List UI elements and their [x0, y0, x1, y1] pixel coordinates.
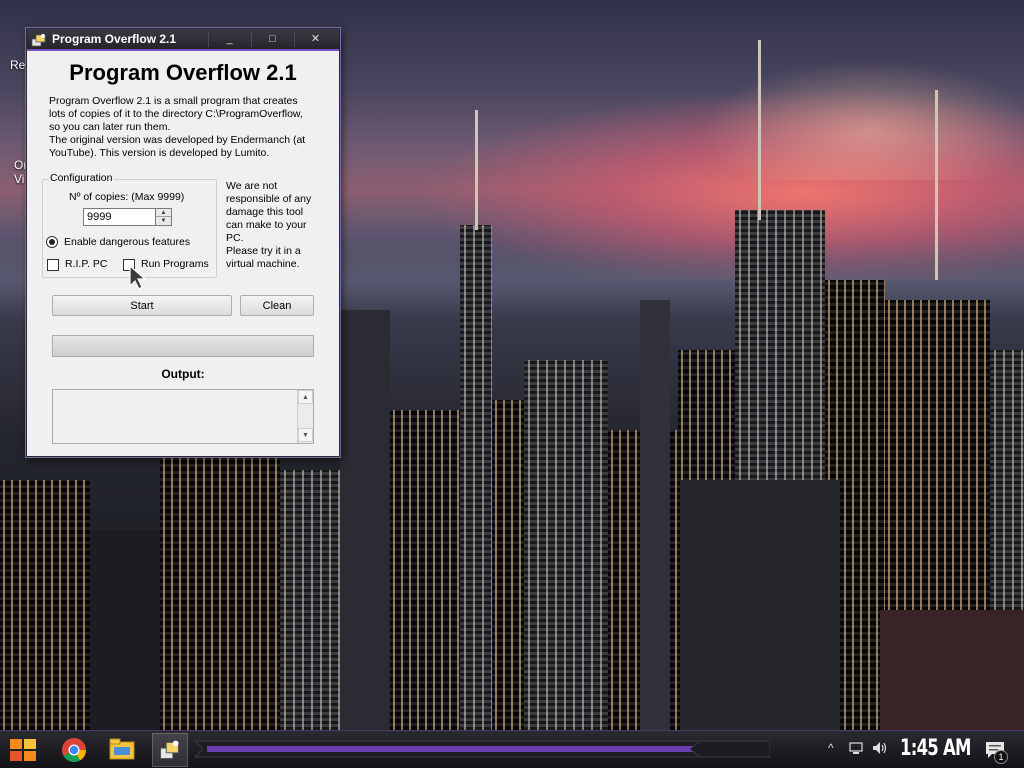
- description-line: The original version was developed by En…: [49, 134, 306, 146]
- sunset-glow-highlight: [700, 60, 1024, 180]
- disclaimer-line: can make to your: [226, 219, 307, 231]
- scroll-down-icon[interactable]: ▼: [298, 428, 313, 442]
- spire: [935, 90, 938, 280]
- building: [340, 310, 390, 730]
- output-label: Output:: [161, 367, 205, 381]
- disclaimer-line: virtual machine.: [226, 258, 300, 270]
- copies-label: Nº of copies: (Max 9999): [69, 191, 185, 203]
- empire-state-building: [460, 225, 492, 730]
- disclaimer-line: PC.: [226, 232, 244, 244]
- scroll-up-icon[interactable]: ▲: [298, 390, 313, 404]
- copies-input[interactable]: [83, 208, 156, 226]
- clean-button[interactable]: Clean: [240, 295, 314, 316]
- mouse-cursor-icon: [129, 264, 147, 290]
- taskbar-decoration: [690, 740, 770, 758]
- disclaimer-line: damage this tool: [226, 206, 304, 218]
- start-button-icon[interactable]: [8, 736, 38, 764]
- desktop-icon-label[interactable]: Vi: [14, 172, 24, 186]
- taskbar: ^ 1:45 AM 1: [0, 730, 1024, 768]
- output-scrollbar[interactable]: ▲ ▼: [297, 390, 313, 443]
- description-line: so you can later run them.: [49, 121, 171, 133]
- description-line: YouTube). This version is developed by L…: [49, 147, 270, 159]
- stepper-up-icon[interactable]: ▲: [156, 209, 171, 217]
- rip-pc-checkbox[interactable]: [47, 259, 59, 271]
- program-overflow-icon[interactable]: [152, 733, 188, 767]
- run-programs-label[interactable]: Run Programs: [141, 258, 209, 270]
- stepper-down-icon[interactable]: ▼: [156, 217, 171, 225]
- configuration-legend: Configuration: [48, 172, 115, 184]
- disclaimer-line: We are not: [226, 180, 278, 192]
- maximize-button[interactable]: □: [251, 32, 293, 47]
- disclaimer-text: We are not responsible of any damage thi…: [226, 180, 336, 271]
- building: [492, 400, 524, 730]
- description-text: Program Overflow 2.1 is a small program …: [49, 95, 331, 160]
- start-button[interactable]: Start: [52, 295, 232, 316]
- file-explorer-icon[interactable]: [104, 733, 140, 767]
- disclaimer-line: responsible of any: [226, 193, 312, 205]
- window-title: Program Overflow 2.1: [52, 32, 177, 46]
- taskbar-clock[interactable]: 1:45 AM: [900, 736, 971, 761]
- building: [280, 470, 340, 730]
- title-bar[interactable]: Program Overflow 2.1 _ □ ✕: [27, 29, 339, 51]
- building: [880, 610, 1024, 730]
- notification-count-badge: 1: [994, 750, 1008, 764]
- desktop-icon-label[interactable]: Re: [10, 58, 25, 72]
- program-overflow-window: Program Overflow 2.1 _ □ ✕ Program Overf…: [26, 28, 340, 457]
- building: [640, 300, 670, 730]
- building: [524, 360, 608, 730]
- taskbar-decoration: [195, 740, 765, 758]
- volume-icon[interactable]: [871, 740, 887, 756]
- chrome-icon[interactable]: [56, 733, 92, 767]
- program-overflow-icon: [31, 34, 46, 47]
- description-line: Program Overflow 2.1 is a small program …: [49, 95, 298, 107]
- disclaimer-line: Please try it in a: [226, 245, 301, 257]
- page-title: Program Overflow 2.1: [69, 60, 297, 85]
- building: [160, 450, 280, 730]
- rip-pc-label[interactable]: R.I.P. PC: [65, 258, 107, 270]
- minimize-button[interactable]: _: [208, 32, 250, 47]
- output-textarea[interactable]: ▲ ▼: [52, 389, 314, 444]
- progress-bar: [52, 335, 314, 357]
- building: [390, 410, 460, 730]
- spire: [475, 110, 478, 230]
- close-button[interactable]: ✕: [294, 32, 336, 47]
- output-text: [53, 390, 313, 394]
- network-icon[interactable]: [848, 740, 864, 756]
- dangerous-features-label[interactable]: Enable dangerous features: [64, 236, 190, 248]
- copies-stepper[interactable]: ▲ ▼: [156, 208, 172, 226]
- building: [90, 530, 160, 730]
- building: [0, 480, 90, 730]
- description-line: lots of copies of it to the directory C:…: [49, 108, 303, 120]
- building: [680, 480, 840, 730]
- show-hidden-icons-icon[interactable]: ^: [828, 741, 834, 755]
- dangerous-features-radio[interactable]: [46, 236, 58, 248]
- spire: [758, 40, 761, 220]
